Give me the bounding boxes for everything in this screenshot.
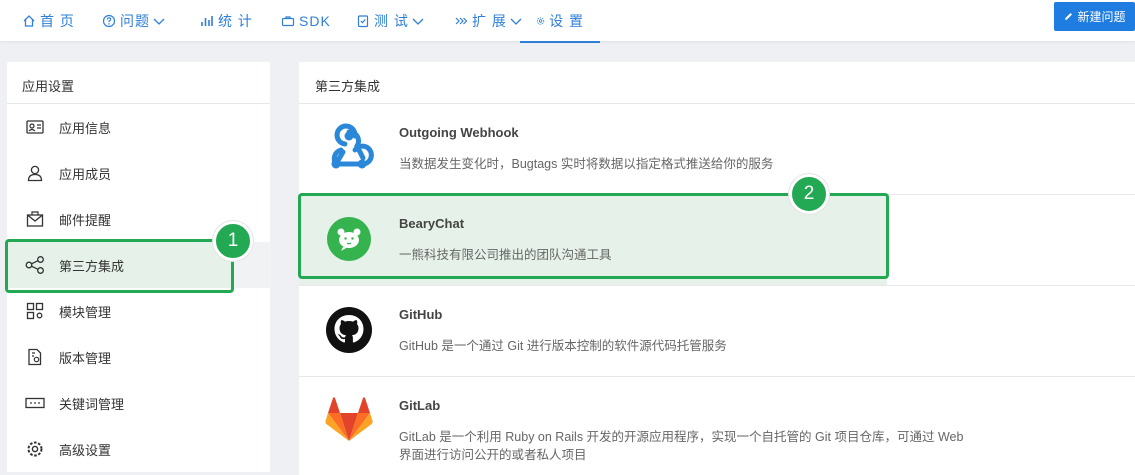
nav-settings-label: 设 置 [549,13,584,29]
sidebar-item-label: 关键词管理 [59,396,125,412]
nav-extensions-label: 扩 展 [472,13,507,29]
sidebar-item-label: 模块管理 [59,304,112,320]
nav-sdk[interactable]: SDK [281,0,331,42]
sidebar-item-label: 应用信息 [59,120,112,136]
gitlab-icon [323,395,375,447]
modules-icon [25,301,45,321]
sidebar-item-advanced[interactable]: 高级设置 [7,426,270,472]
sidebar-item-app-members[interactable]: 应用成员 [7,150,270,196]
integration-name: GitLab [399,398,441,413]
advanced-gear-icon [25,439,45,459]
integration-github[interactable]: GitHub GitHub 是一个通过 Git 进行版本控制的软件源代码托管服务 [299,286,1135,376]
integration-description: GitHub 是一个通过 Git 进行版本控制的软件源代码托管服务 [399,339,727,353]
new-issue-button[interactable]: 新建问题 [1054,2,1135,31]
bar-chart-icon [201,16,213,26]
chevron-down-icon [153,18,165,25]
integration-gitlab[interactable]: GitLab GitLab 是一个利用 Ruby on Rails 开发的开源应… [299,377,1135,475]
nav-testing[interactable]: 测 试 [356,0,424,42]
nav-sdk-label: SDK [299,13,331,29]
keyword-icon [25,393,45,413]
sidebar-item-modules[interactable]: 模块管理 [7,288,270,334]
extension-icon [455,17,468,25]
page-title: 第三方集成 [315,79,381,94]
highlight-box-sidebar [5,239,234,293]
nav-stats[interactable]: 统 计 [200,0,253,42]
home-icon [23,15,35,27]
chevron-down-icon [412,18,424,25]
nav-issues-label: 问题 [120,13,150,29]
nav-extensions[interactable]: 扩 展 [454,0,522,42]
id-card-icon [25,117,45,137]
mail-icon [25,209,45,229]
checklist-icon [357,15,369,28]
sidebar-title: 应用设置 [22,79,75,94]
question-icon [102,14,116,28]
version-file-icon [25,347,45,367]
nav-issues[interactable]: 问题 [102,0,165,42]
sidebar-item-app-info[interactable]: 应用信息 [7,104,270,150]
integration-description: 当数据发生变化时，Bugtags 实时将数据以指定格式推送给你的服务 [399,157,774,171]
sidebar-item-label: 邮件提醒 [59,212,112,228]
user-icon [25,163,45,183]
integration-description: GitLab 是一个利用 Ruby on Rails 开发的开源应用程序，实现一… [399,430,964,462]
sidebar-item-versions[interactable]: 版本管理 [7,334,270,380]
sidebar-item-label: 高级设置 [59,442,112,458]
nav-home-label: 首 页 [40,13,75,29]
pencil-icon [1065,13,1073,20]
nav-home[interactable]: 首 页 [22,0,75,42]
step-badge-1: 1 [213,221,253,261]
step-badge-2: 2 [789,174,829,214]
top-navigation: 首 页 问题 统 计 SDK 测 试 扩 展 设 置 新建问题 [0,0,1135,43]
github-icon [323,304,375,356]
sidebar-item-keywords[interactable]: 关键词管理 [7,380,270,426]
briefcase-icon [281,16,295,27]
nav-stats-label: 统 计 [218,13,253,29]
new-issue-label: 新建问题 [1077,10,1126,24]
webhook-icon [323,122,375,174]
gear-icon [536,17,545,25]
integration-name: GitHub [399,307,443,322]
integration-webhook[interactable]: Outgoing Webhook 当数据发生变化时，Bugtags 实时将数据以… [299,104,1135,194]
nav-testing-label: 测 试 [374,13,409,29]
integration-name: Outgoing Webhook [399,125,519,140]
nav-settings[interactable]: 设 置 [520,0,600,43]
sidebar-item-label: 版本管理 [59,350,112,366]
sidebar-item-label: 应用成员 [59,166,112,182]
